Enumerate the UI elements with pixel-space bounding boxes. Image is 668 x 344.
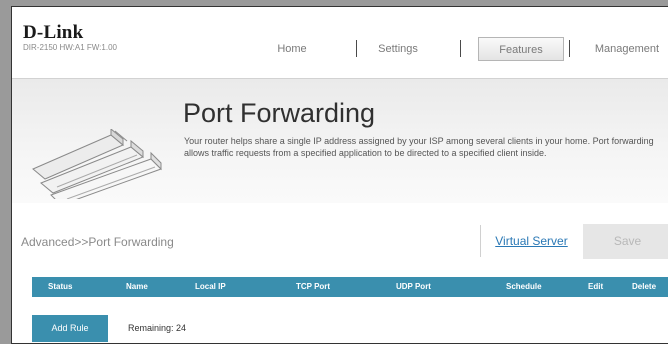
router-page: D-Link DIR-2150 HW:A1 FW:1.00 Home Setti…	[11, 6, 668, 344]
save-button[interactable]: Save	[583, 224, 668, 259]
add-rule-button[interactable]: Add Rule	[32, 315, 108, 342]
nav-separator	[460, 40, 461, 57]
nav-settings[interactable]: Settings	[368, 37, 428, 61]
model-info: DIR-2150 HW:A1 FW:1.00	[23, 43, 117, 52]
col-delete: Delete	[632, 282, 657, 291]
col-udp-port: UDP Port	[396, 282, 431, 291]
col-schedule: Schedule	[506, 282, 542, 291]
nav-separator	[569, 40, 570, 57]
page-banner: Port Forwarding Your router helps share …	[12, 78, 668, 203]
remaining-count: Remaining: 24	[128, 323, 187, 333]
port-forwarding-illustration	[32, 129, 162, 199]
breadcrumb: Advanced>>Port Forwarding	[21, 235, 174, 249]
virtual-server-link[interactable]: Virtual Server	[480, 225, 582, 257]
col-local-ip: Local IP	[195, 282, 226, 291]
col-name: Name	[126, 282, 148, 291]
dlink-logo[interactable]: D-Link	[23, 22, 83, 44]
page-description: Your router helps share a single IP addr…	[184, 136, 654, 158]
page-title: Port Forwarding	[183, 98, 376, 128]
nav-home[interactable]: Home	[262, 37, 322, 61]
col-tcp-port: TCP Port	[296, 282, 331, 291]
nav-separator	[356, 40, 357, 57]
col-status: Status	[48, 282, 73, 291]
nav-features[interactable]: Features	[478, 37, 564, 61]
col-edit: Edit	[588, 282, 604, 291]
rules-table-header: Status Name Local IP TCP Port UDP Port S…	[32, 277, 668, 297]
nav-management[interactable]: Management	[582, 37, 668, 61]
